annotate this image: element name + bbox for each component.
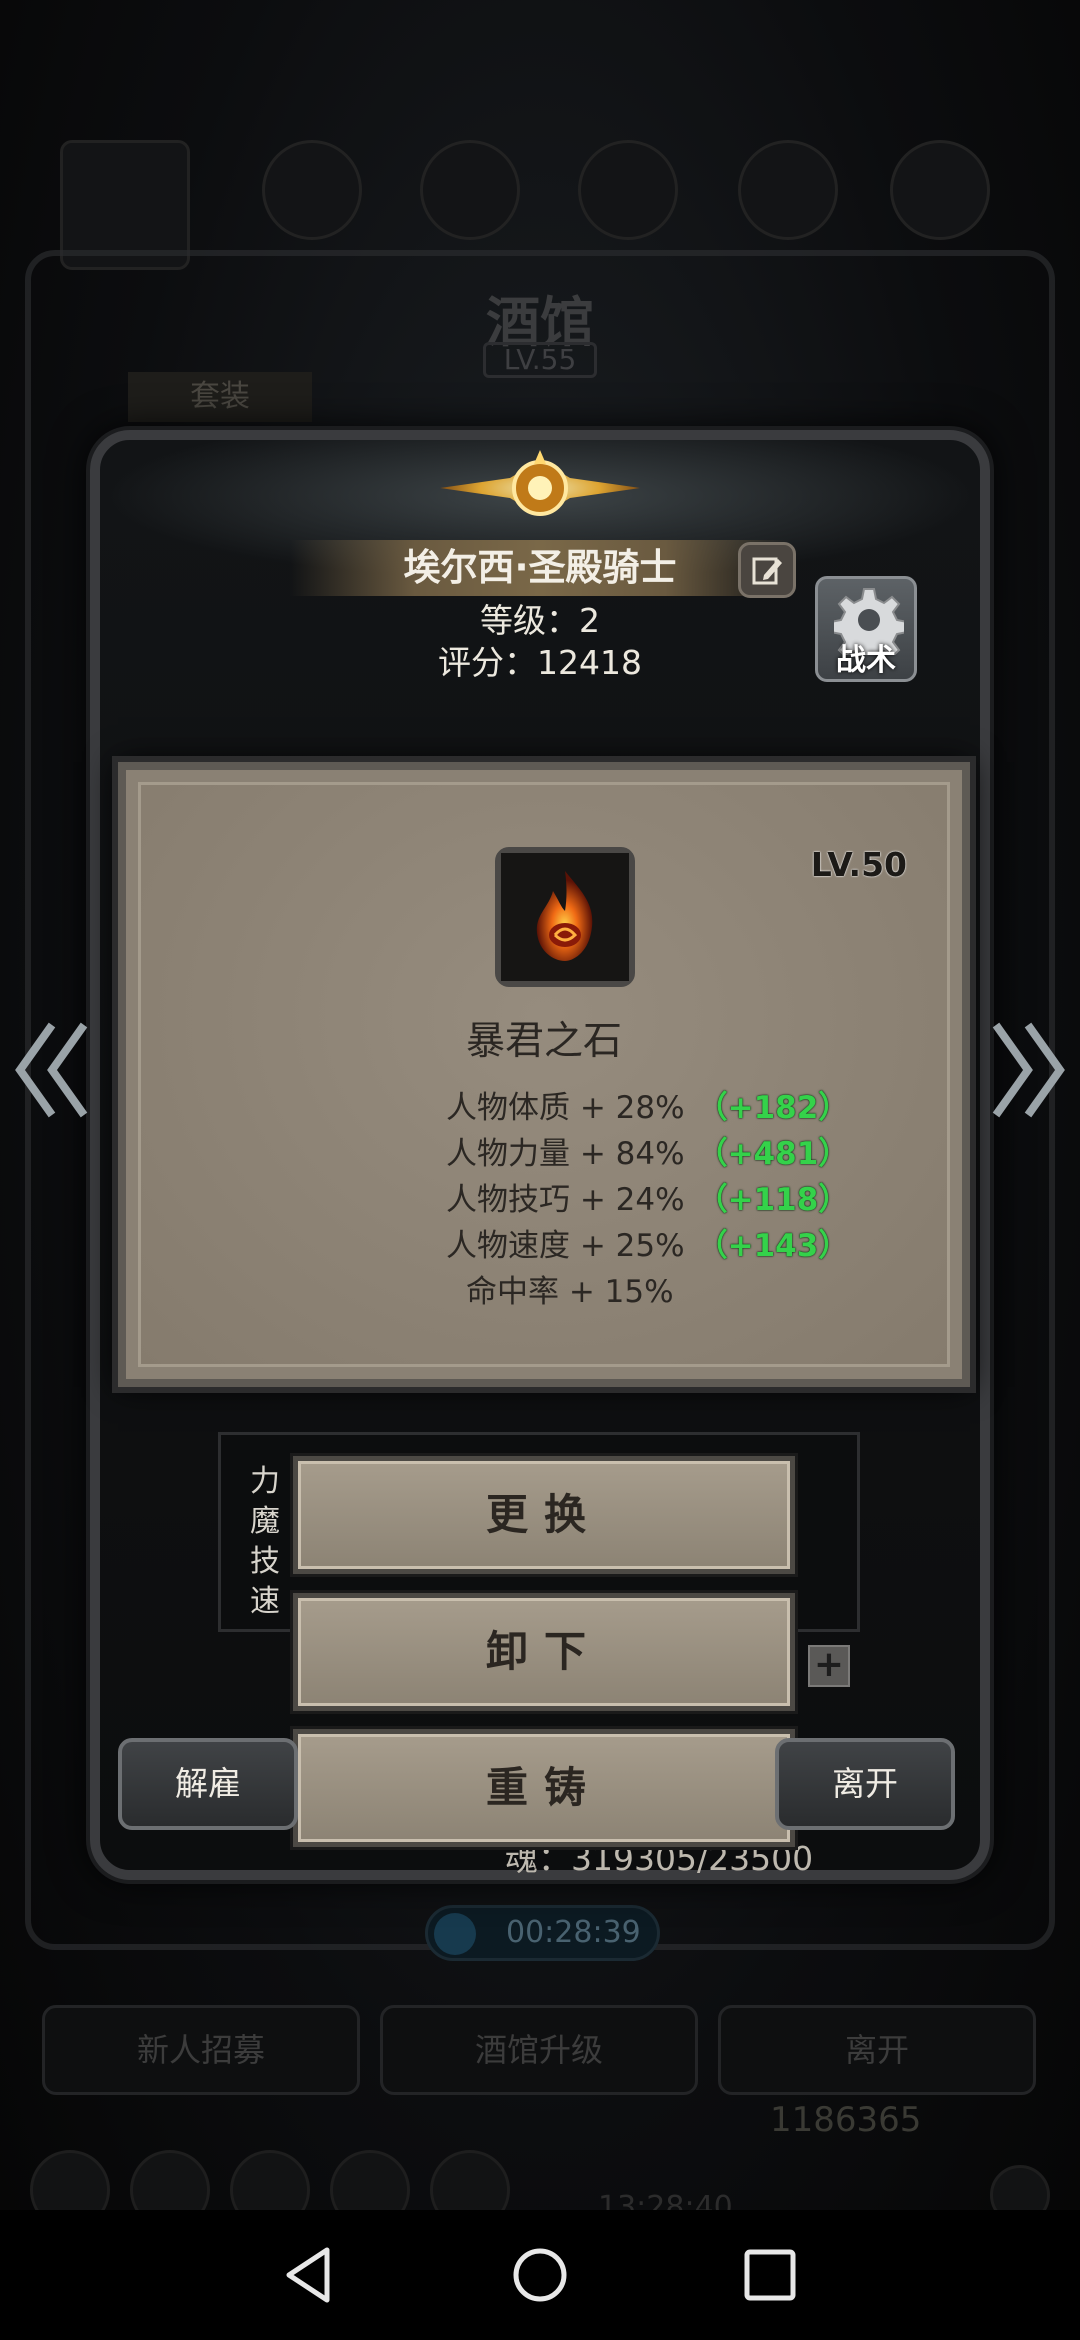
item-stat-bonus: （+182） [696,1090,850,1126]
dismiss-button[interactable]: 解雇 [118,1738,298,1830]
edit-name-button[interactable] [738,542,796,598]
item-stat-text: 命中率 + 15% [466,1274,674,1310]
bg-upgrade-button: 酒馆升级 [380,2005,698,2095]
item-stat-row: 人物体质 + 28% （+182） [446,1082,849,1127]
item-stat-text: 人物体质 + 28% [446,1090,685,1126]
character-score: 评分：12418 [438,643,642,682]
previous-arrow-icon[interactable] [12,1015,92,1125]
bg-resource-icon [890,140,990,240]
character-level: 等级：2 [480,601,600,640]
item-stat-bonus: （+118） [696,1182,850,1218]
item-detail-popup: LV.50 暴君之石 人物体质 + 28% （+182） 人物力量 + 84% … [118,762,970,1387]
item-level: LV.50 [810,845,907,884]
emblem-icon [440,450,640,516]
bg-resource-icon [420,140,520,240]
character-name: 埃尔西·圣殿骑士 [403,546,677,589]
item-stat-text: 人物技巧 + 24% [446,1182,685,1218]
item-icon-frame [495,847,635,987]
leave-button[interactable]: 离开 [775,1738,955,1830]
item-stat-text: 人物力量 + 84% [446,1136,685,1172]
bg-recruit-button: 新人招募 [42,2005,360,2095]
item-stat-row: 人物力量 + 84% （+481） [446,1128,849,1173]
attr-label-strength: 力 [250,1464,280,1499]
bg-resource-icon [578,140,678,240]
unequip-button[interactable]: 卸下 [293,1593,795,1711]
item-stat-row: 人物速度 + 25% （+143） [446,1220,849,1265]
attr-label-speed: 速 [250,1584,280,1619]
bg-suit-tab: 套装 [128,372,312,422]
fire-stone-icon [501,853,629,981]
item-name: 暴君之石 [465,1019,622,1064]
timer-icon [434,1913,476,1955]
bg-tavern-level: LV.55 [483,342,597,378]
tactics-label: 战术 [836,643,896,678]
item-stat-row: 命中率 + 15% [466,1266,674,1311]
item-stat-text: 人物速度 + 25% [446,1228,685,1264]
bg-gold-count: 1186365 [770,2100,922,2140]
replace-button[interactable]: 更换 [293,1456,795,1574]
add-point-button[interactable]: + [808,1645,850,1687]
item-stat-bonus: （+143） [696,1228,850,1264]
nav-back-icon[interactable] [275,2240,345,2310]
bg-resource-icon [262,140,362,240]
bg-timer: 00:28:39 [425,1905,660,1961]
tactics-button[interactable]: 战术 [815,576,917,682]
nav-recent-icon[interactable] [735,2240,805,2310]
nav-home-icon[interactable] [505,2240,575,2310]
attr-label-skill: 技 [250,1544,280,1579]
next-arrow-icon[interactable] [988,1015,1068,1125]
attr-label-magic: 魔 [250,1504,280,1539]
item-stat-bonus: （+481） [696,1136,850,1172]
item-stat-row: 人物技巧 + 24% （+118） [446,1174,849,1219]
bg-timer-text: 00:28:39 [506,1915,641,1950]
reforge-button[interactable]: 重铸 [293,1729,795,1847]
edit-icon [752,557,782,585]
bg-leave-button: 离开 [718,2005,1036,2095]
bg-resource-icon [738,140,838,240]
